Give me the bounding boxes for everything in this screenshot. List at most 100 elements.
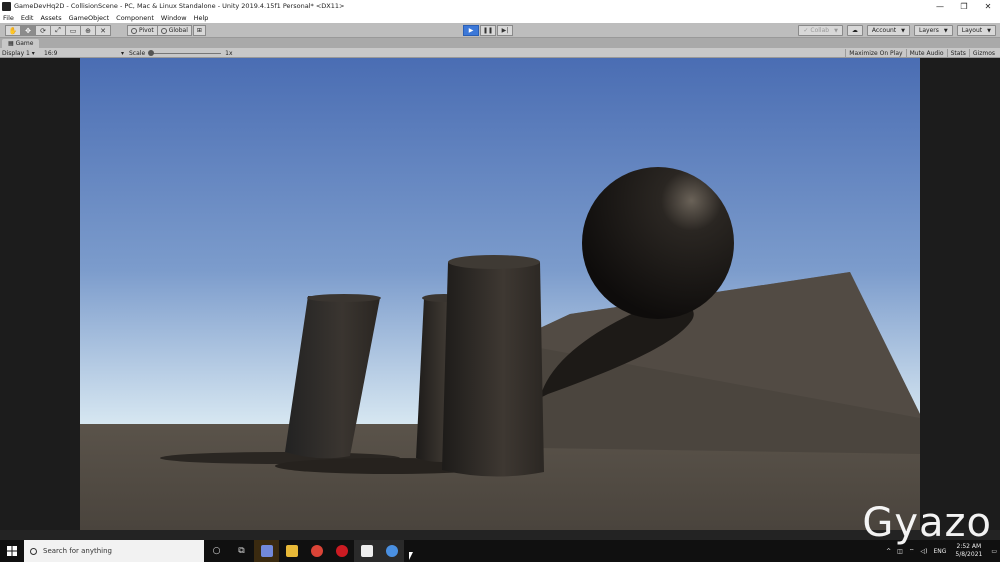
taskbar-app-unity[interactable]	[354, 540, 379, 562]
collab-label: Collab	[810, 27, 830, 34]
clock-date: 5/8/2021	[955, 551, 983, 558]
taskbar-app-chrome[interactable]	[304, 540, 329, 562]
tab-game[interactable]: ▦ Game	[2, 39, 40, 48]
handle-toggles: Pivot Global ⊞	[127, 25, 206, 36]
cortana-button[interactable]: ○	[204, 540, 229, 562]
transform-tool-button[interactable]: ⊕	[80, 25, 96, 36]
tools-icon: ✕	[100, 26, 106, 35]
aspect-label: 16:9	[44, 49, 58, 57]
unity-editor-window: GameDevHq2D - CollisionScene - PC, Mac &…	[0, 0, 1000, 562]
scale-control: Scale 1x	[129, 49, 233, 57]
play-button[interactable]: ▶	[463, 25, 479, 36]
step-button[interactable]: ▶|	[497, 25, 513, 36]
scale-value: 1x	[225, 49, 233, 57]
hand-icon: ✋	[8, 26, 18, 35]
mute-audio-toggle[interactable]: Mute Audio	[905, 49, 947, 57]
volume-icon[interactable]: ◁)	[920, 548, 927, 555]
maximize-on-play-toggle[interactable]: Maximize On Play	[845, 49, 905, 57]
start-button[interactable]	[0, 540, 24, 562]
collab-dropdown[interactable]: ✓ Collab ▼	[798, 25, 843, 36]
display-label: Display 1	[2, 49, 30, 57]
playback-controls: ▶ ❚❚ ▶|	[463, 25, 514, 36]
main-toolbar: ✋ ✥ ⟳ ⤢ ▭ ⊕ ✕ Pivot Global ⊞ ▶ ❚❚ ▶| ✓ C…	[0, 23, 1000, 38]
stats-toggle[interactable]: Stats	[946, 49, 969, 57]
game-view-options: Maximize On Play Mute Audio Stats Gizmos	[845, 49, 998, 57]
pivot-label: Pivot	[139, 27, 154, 34]
minimize-button[interactable]: —	[928, 0, 952, 12]
taskbar-app-discord[interactable]	[254, 540, 279, 562]
grid-snap-button[interactable]: ⊞	[192, 25, 206, 36]
aspect-dropdown[interactable]: 16:9 ▾	[44, 49, 124, 57]
cylinder-front	[442, 262, 544, 477]
layout-label: Layout	[961, 27, 983, 34]
rect-icon: ▭	[69, 26, 77, 35]
maximize-button[interactable]: ❐	[952, 0, 976, 12]
taskbar-app-hub[interactable]	[379, 540, 404, 562]
game-controller-icon	[385, 545, 398, 557]
account-dropdown[interactable]: Account ▼	[866, 25, 911, 36]
task-view-button[interactable]: ⧉	[229, 540, 254, 562]
circle-icon: ○	[212, 546, 221, 556]
taskbar-search[interactable]: Search for anything	[24, 540, 204, 562]
scale-label: Scale	[129, 49, 146, 57]
layout-dropdown[interactable]: Layout ▼	[956, 25, 996, 36]
windows-logo-icon	[7, 546, 17, 556]
taskbar-app-opera[interactable]	[329, 540, 354, 562]
scale-slider[interactable]	[148, 49, 222, 56]
close-button[interactable]: ✕	[976, 0, 1000, 12]
menu-help[interactable]: Help	[194, 14, 209, 22]
gizmos-dropdown[interactable]: Gizmos	[968, 49, 998, 57]
right-toolbar: ✓ Collab ▼ ☁ Account ▼ Layers ▼ Layout ▼	[794, 25, 996, 36]
play-icon: ▶	[468, 27, 474, 34]
pivot-icon	[131, 27, 137, 34]
custom-tool-button[interactable]: ✕	[95, 25, 111, 36]
move-tool-button[interactable]: ✥	[20, 25, 36, 36]
grid-icon: ⊞	[196, 27, 202, 34]
menu-component[interactable]: Component	[116, 14, 154, 22]
chevron-down-icon: ▾	[120, 49, 124, 57]
game-viewport[interactable]	[80, 58, 920, 530]
status-strip	[0, 530, 1000, 540]
global-toggle[interactable]: Global	[156, 25, 192, 36]
cloud-icon: ☁	[851, 27, 858, 34]
menu-file[interactable]: File	[3, 14, 14, 22]
chevron-down-icon: ▼	[901, 27, 906, 34]
notification-icon[interactable]: ▭	[991, 548, 997, 555]
rect-tool-button[interactable]: ▭	[65, 25, 81, 36]
folder-icon	[285, 545, 298, 557]
scale-tool-button[interactable]: ⤢	[50, 25, 66, 36]
chrome-icon	[310, 545, 323, 557]
layers-label: Layers	[919, 27, 939, 34]
gyazo-watermark: Gyazo	[862, 500, 992, 546]
windows-taskbar: Search for anything ○ ⧉ ^ ◫ ⌔ ◁) ENG 2:5…	[0, 540, 1000, 562]
opera-icon	[335, 545, 348, 557]
menu-window[interactable]: Window	[161, 14, 187, 22]
menu-edit[interactable]: Edit	[21, 14, 34, 22]
search-icon	[30, 547, 37, 555]
rotate-tool-button[interactable]: ⟳	[35, 25, 51, 36]
menu-gameobject[interactable]: GameObject	[69, 14, 110, 22]
chevron-down-icon: ▼	[987, 27, 991, 34]
tab-strip: ▦ Game	[0, 38, 1000, 48]
unity-logo-icon	[2, 1, 11, 11]
chevron-up-icon[interactable]: ^	[886, 548, 891, 555]
menu-assets[interactable]: Assets	[40, 14, 61, 22]
layers-dropdown[interactable]: Layers ▼	[914, 25, 953, 36]
taskbar-app-explorer[interactable]	[279, 540, 304, 562]
window-title: GameDevHq2D - CollisionScene - PC, Mac &…	[14, 2, 345, 10]
wifi-icon[interactable]: ⌔	[909, 547, 915, 555]
scale-slider-handle[interactable]	[148, 49, 155, 56]
language-indicator[interactable]: ENG	[933, 548, 946, 555]
pause-button[interactable]: ❚❚	[480, 25, 496, 36]
hand-tool-button[interactable]: ✋	[5, 25, 21, 36]
chevron-down-icon: ▾	[31, 49, 35, 57]
pivot-toggle[interactable]: Pivot	[127, 25, 158, 36]
menu-bar: File Edit Assets GameObject Component Wi…	[0, 12, 1000, 23]
global-label: Global	[168, 27, 188, 34]
chevron-down-icon: ▼	[943, 27, 948, 34]
display-dropdown[interactable]: Display 1 ▾	[2, 49, 35, 57]
check-icon: ✓	[803, 27, 809, 34]
cloud-button[interactable]: ☁	[846, 25, 863, 36]
title-bar: GameDevHq2D - CollisionScene - PC, Mac &…	[0, 0, 1000, 12]
network-icon[interactable]: ◫	[897, 548, 903, 555]
